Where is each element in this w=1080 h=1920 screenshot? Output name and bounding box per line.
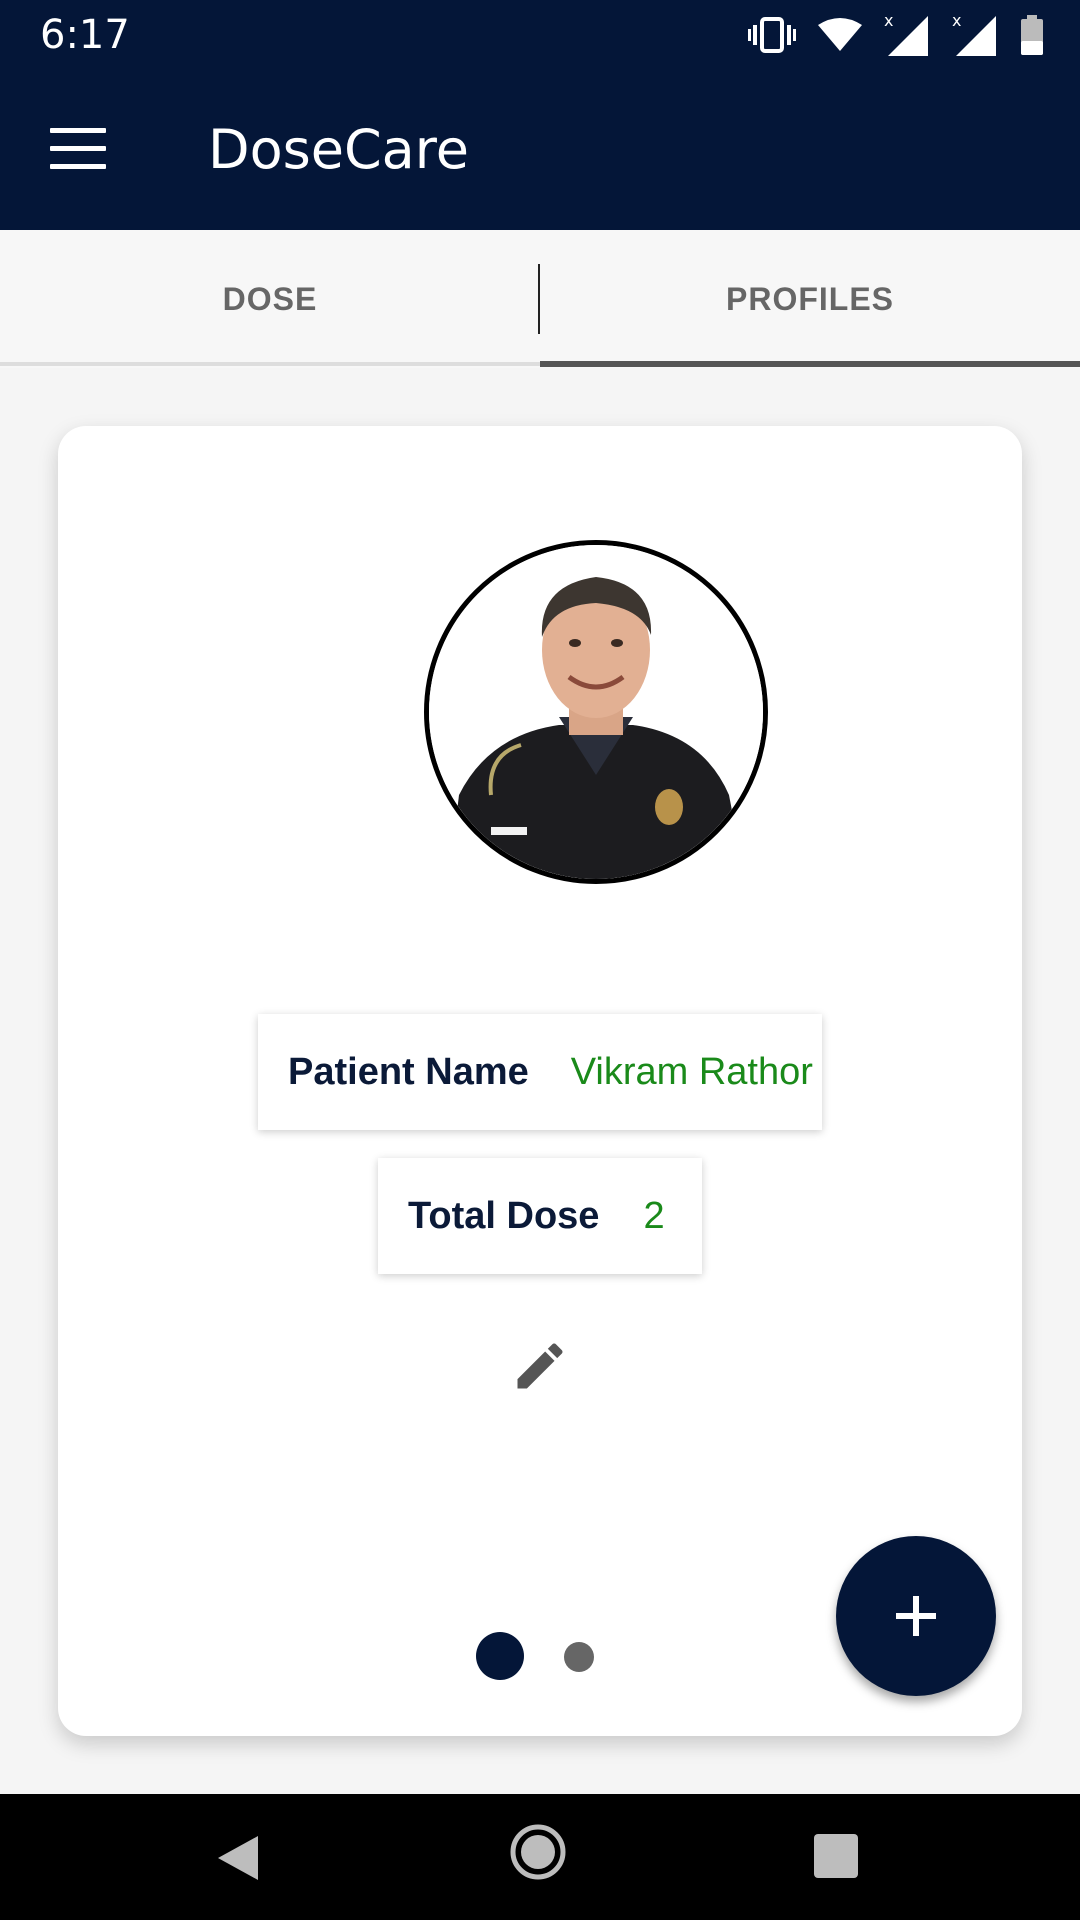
signal-icon: x (952, 12, 996, 56)
total-dose-box: Total Dose 2 (378, 1158, 702, 1274)
profile-card[interactable]: Patient Name Vikram Rathor Total Dose 2 (58, 426, 1022, 1736)
recents-icon[interactable] (814, 1834, 858, 1878)
total-dose-label: Total Dose (408, 1194, 600, 1237)
back-icon[interactable] (216, 1834, 260, 1882)
total-dose-value: 2 (643, 1194, 665, 1237)
patient-name-value: Vikram Rathor (570, 1050, 813, 1093)
avatar (424, 540, 768, 884)
page-dot-active[interactable] (476, 1632, 524, 1680)
signal-icon: x (884, 12, 928, 56)
tab-indicator (540, 361, 1080, 367)
tab-bar: DOSE PROFILES (0, 230, 1080, 368)
add-profile-button[interactable] (836, 1536, 996, 1696)
status-icons: x x (748, 12, 1044, 58)
patient-name-box: Patient Name Vikram Rathor (258, 1014, 822, 1130)
vibrate-icon (748, 17, 796, 53)
tab-profiles[interactable]: PROFILES (540, 230, 1080, 368)
avatar-photo (429, 545, 763, 879)
tab-dose[interactable]: DOSE (0, 230, 540, 368)
battery-icon (1021, 15, 1043, 55)
patient-name-label: Patient Name (288, 1050, 529, 1093)
app-bar: DoseCare (0, 70, 1080, 230)
plus-icon (896, 1596, 936, 1636)
svg-text:x: x (952, 12, 961, 30)
home-icon[interactable] (510, 1824, 566, 1880)
navigation-bar (0, 1794, 1080, 1920)
svg-text:x: x (884, 12, 893, 30)
hamburger-menu-icon[interactable] (50, 128, 106, 170)
page-dot-inactive[interactable] (564, 1642, 594, 1672)
pencil-icon[interactable] (510, 1336, 570, 1396)
status-time: 6:17 (40, 12, 130, 58)
status-bar: 6:17 x x (0, 0, 1080, 70)
wifi-icon (818, 18, 862, 51)
app-title: DoseCare (208, 118, 470, 181)
